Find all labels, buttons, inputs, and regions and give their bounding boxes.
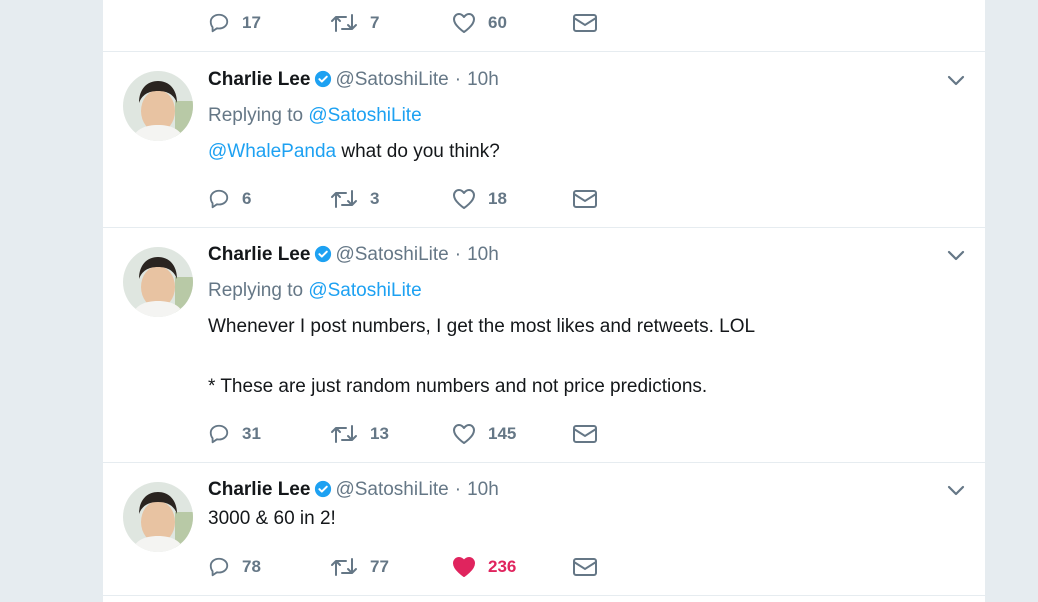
verified-icon — [315, 70, 332, 88]
like-button[interactable]: 145 — [452, 421, 516, 447]
dm-button[interactable] — [572, 10, 598, 36]
like-count: 18 — [488, 189, 507, 208]
retweet-count: 7 — [370, 13, 380, 32]
retweet-icon — [331, 558, 357, 576]
tweet-header: Charlie Lee @SatoshiLite · 10h — [208, 68, 965, 92]
author-name[interactable]: Charlie Lee — [208, 479, 310, 500]
chevron-down-icon[interactable] — [947, 250, 965, 262]
dm-button[interactable] — [572, 421, 598, 447]
retweet-icon — [331, 425, 357, 443]
retweet-button[interactable]: 77 — [330, 554, 389, 580]
tweet-content: Charlie Lee @SatoshiLite · 10h Replying to … — [208, 68, 965, 164]
retweet-count: 77 — [370, 557, 389, 576]
tweet-header: Charlie Lee @SatoshiLite · 10h — [208, 478, 965, 502]
reply-count: 78 — [242, 557, 261, 576]
envelope-icon — [573, 425, 597, 443]
replying-to: Replying to @SatoshiLite — [208, 279, 965, 303]
tweet[interactable]: Charlie Lee @SatoshiLite · 10h Replying to … — [103, 228, 985, 463]
tweet-partial: 17 7 60 — [103, 0, 985, 52]
like-count: 145 — [488, 424, 517, 443]
heart-icon — [453, 13, 475, 33]
like-count: 236 — [488, 557, 517, 576]
chevron-down-icon[interactable] — [947, 75, 965, 87]
timestamp[interactable]: 10h — [467, 69, 499, 90]
tweet-text-line: * These are just random numbers and not … — [208, 376, 708, 397]
tweet-text-body: what do you think? — [336, 141, 500, 162]
heart-icon — [453, 557, 475, 577]
separator-dot: · — [454, 69, 462, 90]
verified-icon — [315, 245, 332, 263]
reply-button[interactable]: 31 — [208, 421, 261, 447]
verified-icon — [315, 480, 332, 498]
reply-count: 31 — [242, 424, 261, 443]
envelope-icon — [573, 14, 597, 32]
like-button[interactable]: 236 — [452, 554, 516, 580]
tweet-header: Charlie Lee @SatoshiLite · 10h — [208, 243, 965, 267]
tweet-text: @WhalePanda what do you think? — [208, 140, 965, 164]
author-handle[interactable]: @SatoshiLite — [335, 479, 448, 500]
replying-prefix: Replying to — [208, 105, 304, 126]
like-count: 60 — [488, 13, 507, 32]
reply-icon — [209, 189, 229, 209]
reply-button[interactable]: 78 — [208, 554, 261, 580]
mention-link[interactable]: @WhalePanda — [208, 141, 336, 162]
reply-count: 6 — [242, 189, 252, 208]
tweet-content: Charlie Lee @SatoshiLite · 10h 3000 & 60 in… — [208, 478, 965, 531]
reply-button[interactable]: 17 — [208, 10, 261, 36]
tweet-text-line: Whenever I post numbers, I get the most … — [208, 316, 756, 337]
chevron-down-icon[interactable] — [947, 485, 965, 497]
author-handle[interactable]: @SatoshiLite — [335, 244, 448, 265]
avatar[interactable] — [123, 482, 193, 552]
retweet-count: 3 — [370, 189, 380, 208]
tweet[interactable]: Charlie Lee @SatoshiLite · 10h 3000 & 60 in… — [103, 463, 985, 596]
reply-icon — [209, 557, 229, 577]
heart-icon — [453, 189, 475, 209]
separator-dot: · — [454, 244, 462, 265]
replying-to: Replying to @SatoshiLite — [208, 104, 965, 128]
like-button[interactable]: 60 — [452, 10, 507, 36]
reply-icon — [209, 13, 229, 33]
timestamp[interactable]: 10h — [467, 479, 499, 500]
envelope-icon — [573, 558, 597, 576]
timeline: 17 7 60 Charlie Lee @SatoshiLite · 10h Repl… — [103, 0, 985, 602]
avatar[interactable] — [123, 71, 193, 141]
reply-icon — [209, 424, 229, 444]
reply-button[interactable]: 6 — [208, 186, 251, 212]
like-button[interactable]: 18 — [452, 186, 507, 212]
replying-handle-link[interactable]: @SatoshiLite — [308, 280, 421, 301]
author-name[interactable]: Charlie Lee — [208, 244, 310, 265]
separator-dot: · — [454, 479, 462, 500]
tweet-content: Charlie Lee @SatoshiLite · 10h Replying to … — [208, 243, 965, 399]
retweet-button[interactable]: 3 — [330, 186, 379, 212]
retweet-icon — [331, 190, 357, 208]
retweet-button[interactable]: 13 — [330, 421, 389, 447]
replying-handle-link[interactable]: @SatoshiLite — [308, 105, 421, 126]
author-handle[interactable]: @SatoshiLite — [335, 69, 448, 90]
replying-prefix: Replying to — [208, 280, 304, 301]
envelope-icon — [573, 190, 597, 208]
tweet-text: 3000 & 60 in 2! — [208, 508, 336, 529]
dm-button[interactable] — [572, 186, 598, 212]
heart-icon — [453, 424, 475, 444]
dm-button[interactable] — [572, 554, 598, 580]
reply-count: 17 — [242, 13, 261, 32]
timestamp[interactable]: 10h — [467, 244, 499, 265]
retweet-icon — [331, 14, 357, 32]
author-name[interactable]: Charlie Lee — [208, 69, 310, 90]
avatar[interactable] — [123, 247, 193, 317]
retweet-count: 13 — [370, 424, 389, 443]
tweet[interactable]: Charlie Lee @SatoshiLite · 10h Replying to … — [103, 52, 985, 228]
retweet-button[interactable]: 7 — [330, 10, 379, 36]
